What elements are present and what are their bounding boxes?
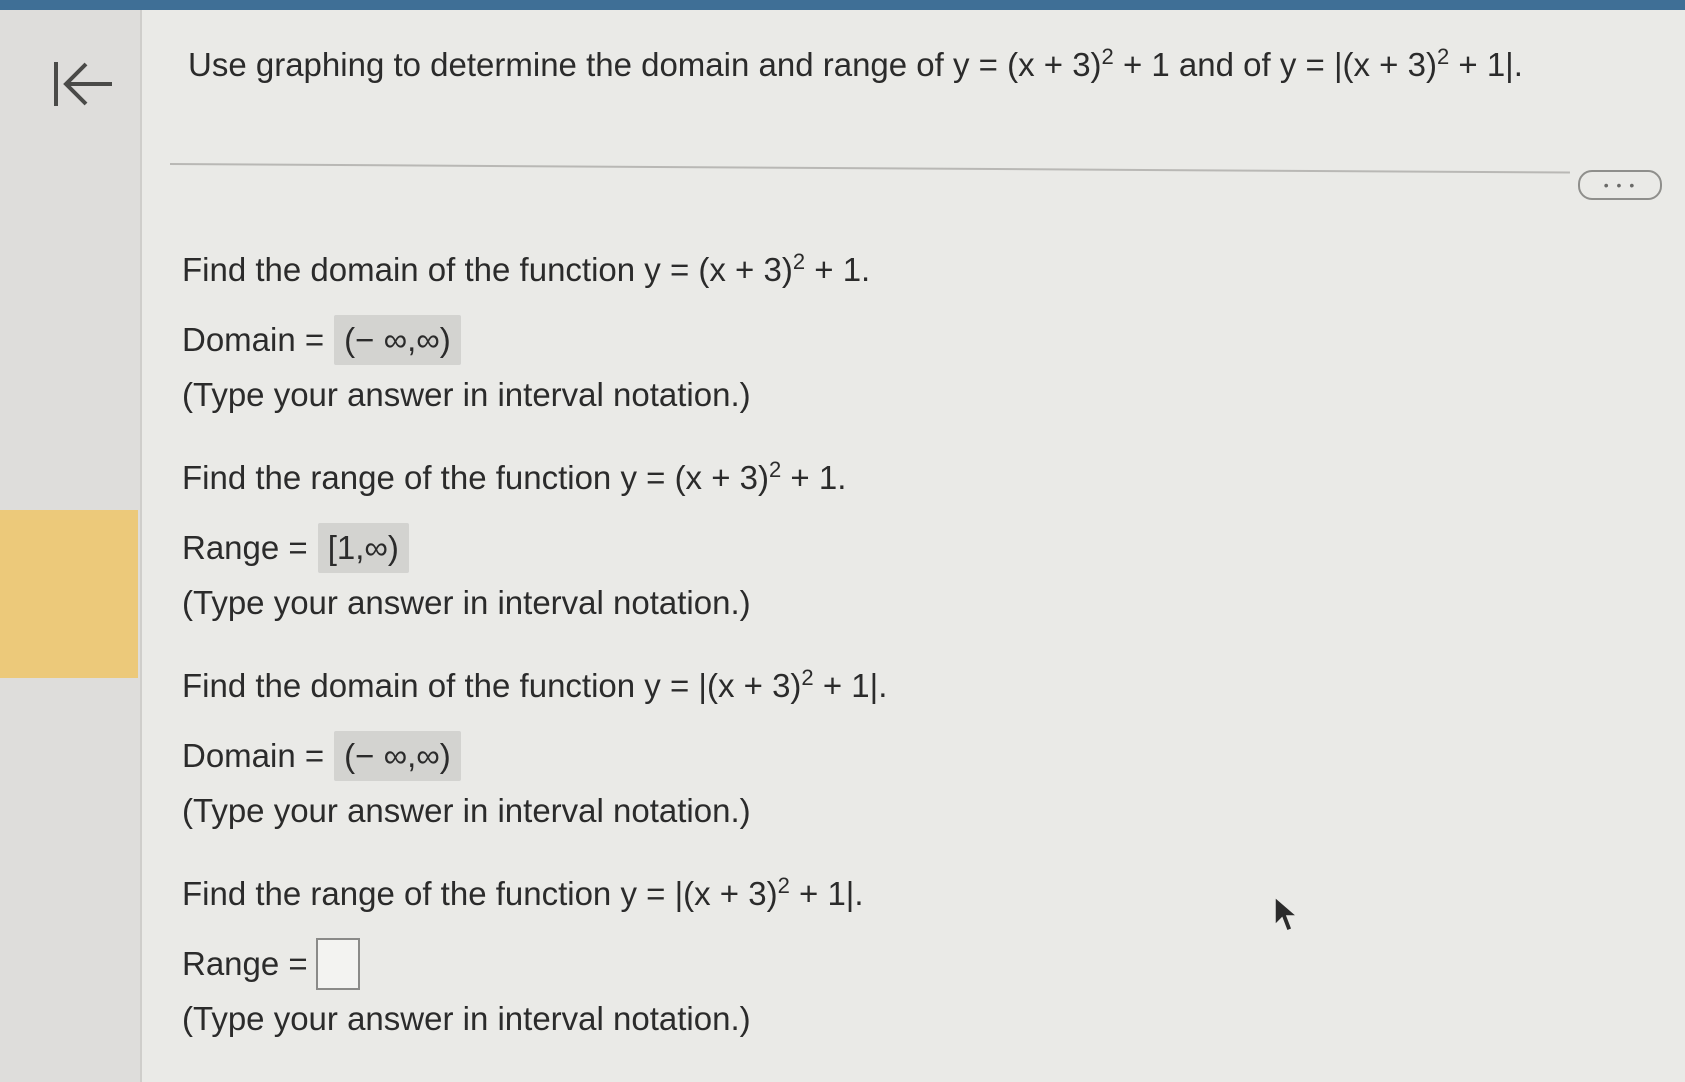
question-part-3: Find the domain of the function y = |(x … — [182, 661, 1282, 835]
question-part-4: Find the range of the function y = |(x +… — [182, 869, 1282, 1043]
prompt-text: Find the domain of the function y = |(x … — [182, 667, 802, 704]
top-bar — [0, 0, 1685, 10]
part-prompt: Find the domain of the function y = (x +… — [182, 245, 1282, 295]
title-middle: + 1 and of y = |(x + 3) — [1113, 46, 1437, 83]
prompt-suffix: + 1|. — [789, 875, 864, 912]
prompt-text: Find the range of the function y = (x + … — [182, 459, 770, 496]
answer-field[interactable]: [1,∞) — [317, 523, 409, 573]
answer-row: Range = — [182, 935, 1282, 993]
part-prompt: Find the domain of the function y = |(x … — [182, 661, 1282, 711]
back-to-first-button[interactable] — [52, 56, 120, 112]
prompt-suffix: + 1. — [805, 251, 871, 288]
answer-field[interactable]: (− ∞,∞) — [334, 731, 461, 781]
more-options-button[interactable]: • • • — [1578, 170, 1662, 200]
answer-label: Range = — [182, 945, 308, 982]
title-prefix: Use graphing to determine the domain and… — [188, 46, 1102, 83]
question-title: Use graphing to determine the domain and… — [188, 46, 1523, 84]
answer-label: Domain = — [182, 321, 325, 358]
prompt-exponent: 2 — [777, 873, 790, 898]
answer-hint: (Type your answer in interval notation.) — [182, 792, 751, 829]
question-part-2: Find the range of the function y = (x + … — [182, 453, 1282, 627]
range-answer-input[interactable] — [315, 938, 360, 990]
answer-hint: (Type your answer in interval notation.) — [182, 376, 751, 413]
answer-label: Range = — [182, 529, 308, 566]
answer-row: Domain = (− ∞,∞) — [182, 727, 1282, 785]
sidebar — [0, 10, 142, 1082]
title-exponent-2: 2 — [1436, 44, 1450, 69]
prompt-exponent: 2 — [801, 665, 814, 690]
mouse-pointer-icon — [1274, 895, 1300, 932]
title-exponent-1: 2 — [1101, 44, 1114, 69]
arrow-to-start-icon — [54, 62, 112, 106]
answer-row: Range = [1,∞) — [182, 519, 1282, 577]
more-options-label: • • • — [1603, 177, 1637, 193]
sidebar-active-indicator — [0, 510, 138, 678]
part-prompt: Find the range of the function y = |(x +… — [182, 869, 1282, 919]
answer-row: Domain = (− ∞,∞) — [182, 311, 1282, 369]
prompt-exponent: 2 — [769, 457, 782, 482]
question-part-1: Find the domain of the function y = (x +… — [182, 245, 1282, 419]
prompt-suffix: + 1. — [781, 459, 847, 496]
prompt-suffix: + 1|. — [813, 667, 888, 704]
prompt-exponent: 2 — [792, 249, 806, 274]
answer-hint: (Type your answer in interval notation.) — [182, 584, 751, 621]
answer-label: Domain = — [182, 737, 325, 774]
answer-field[interactable]: (− ∞,∞) — [334, 315, 461, 365]
part-prompt: Find the range of the function y = (x + … — [182, 453, 1282, 503]
answer-hint: (Type your answer in interval notation.) — [182, 1000, 751, 1037]
prompt-text: Find the domain of the function y = (x +… — [182, 251, 793, 288]
title-suffix: + 1|. — [1449, 46, 1523, 83]
prompt-text: Find the range of the function y = |(x +… — [182, 875, 778, 912]
